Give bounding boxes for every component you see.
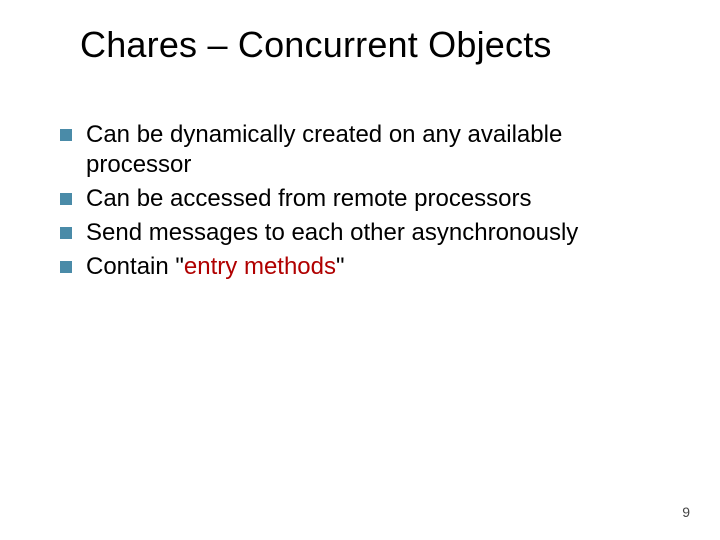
slide-body: Can be dynamically created on any availa… (60, 120, 660, 286)
bullet-item: Can be dynamically created on any availa… (60, 120, 660, 180)
bullet-item: Contain "entry methods" (60, 252, 660, 282)
bullet-square-icon (60, 227, 72, 239)
bullet-text: Can be accessed from remote processors (86, 184, 532, 214)
slide-title: Chares – Concurrent Objects (80, 24, 680, 66)
bullet-square-icon (60, 261, 72, 273)
bullet-text-highlight: entry methods (184, 253, 336, 280)
bullet-item: Send messages to each other asynchronous… (60, 218, 660, 248)
bullet-square-icon (60, 129, 72, 141)
bullet-item: Can be accessed from remote processors (60, 184, 660, 214)
bullet-text: Contain "entry methods" (86, 252, 345, 282)
bullet-text-prefix: Contain " (86, 253, 184, 280)
slide: Chares – Concurrent Objects Can be dynam… (0, 0, 720, 540)
bullet-text: Can be dynamically created on any availa… (86, 120, 660, 180)
bullet-text: Send messages to each other asynchronous… (86, 218, 578, 248)
bullet-square-icon (60, 193, 72, 205)
bullet-text-suffix: " (336, 253, 345, 280)
page-number: 9 (682, 504, 690, 520)
